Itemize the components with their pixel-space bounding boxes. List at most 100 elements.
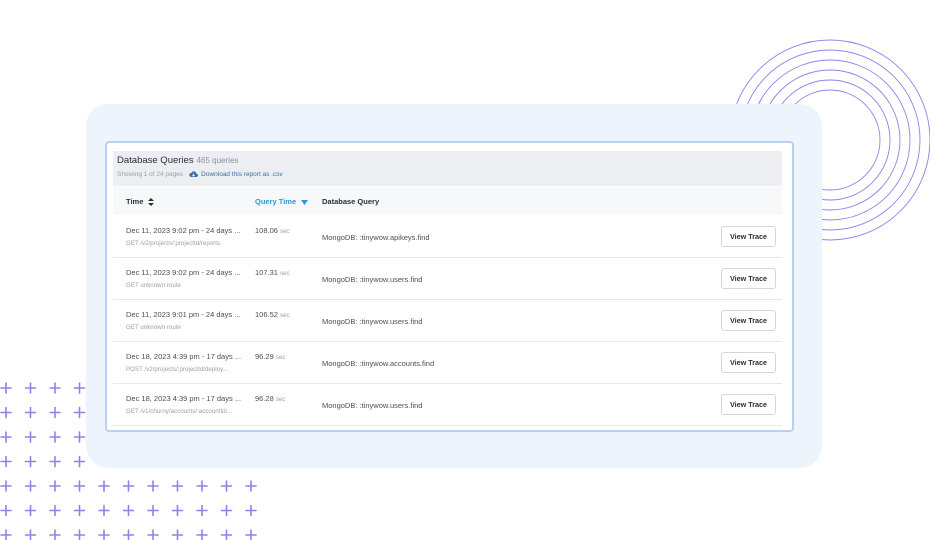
plus-mark bbox=[73, 480, 86, 492]
plus-mark bbox=[0, 504, 12, 517]
plus-mark bbox=[0, 480, 12, 492]
row-route: POST /v2/projects/:projectId/deploy... bbox=[126, 366, 228, 373]
query-count: 465 queries bbox=[196, 156, 239, 165]
query-time-value: 96.29 bbox=[255, 352, 274, 361]
plus-mark bbox=[0, 406, 12, 419]
plus-mark bbox=[49, 455, 61, 468]
table-row: Dec 11, 2023 9:02 pm - 24 days ... GET /… bbox=[113, 216, 782, 258]
download-csv-label: Download this report as .csv bbox=[201, 171, 283, 178]
view-trace-button[interactable]: View Trace bbox=[721, 226, 776, 247]
plus-mark bbox=[98, 480, 110, 492]
row-route: GET /v2/projects/:projectId/reports bbox=[126, 240, 221, 247]
row-query-time: 96.28 sec bbox=[255, 394, 285, 403]
plus-mark bbox=[24, 431, 37, 443]
table-row: Dec 18, 2023 4:39 pm - 17 days ... GET /… bbox=[113, 384, 782, 426]
view-trace-button[interactable]: View Trace bbox=[721, 310, 776, 331]
row-query-time: 107.31 sec bbox=[255, 268, 290, 277]
row-time: Dec 11, 2023 9:02 pm - 24 days ... bbox=[126, 268, 241, 277]
plus-mark bbox=[147, 480, 159, 492]
query-time-value: 107.31 bbox=[255, 268, 278, 277]
view-trace-button[interactable]: View Trace bbox=[721, 268, 776, 289]
table-body: Dec 11, 2023 9:02 pm - 24 days ... GET /… bbox=[113, 216, 782, 426]
plus-mark bbox=[0, 529, 12, 540]
plus-mark bbox=[196, 480, 208, 492]
plus-mark bbox=[24, 406, 37, 419]
row-query-time: 106.52 sec bbox=[255, 310, 290, 319]
row-query-time: 108.06 sec bbox=[255, 226, 290, 235]
plus-mark bbox=[49, 480, 61, 492]
query-time-unit: sec bbox=[279, 270, 290, 277]
column-header-time[interactable]: Time bbox=[126, 197, 155, 207]
card-header: Database Queries 465 queries Showing 1 of… bbox=[113, 151, 782, 186]
table-row: Dec 11, 2023 9:01 pm - 24 days ... GET u… bbox=[113, 300, 782, 342]
plus-mark bbox=[122, 504, 135, 517]
plus-mark bbox=[73, 529, 86, 540]
table-row: Dec 11, 2023 9:02 pm - 24 days ... GET u… bbox=[113, 258, 782, 300]
plus-mark bbox=[49, 529, 61, 540]
row-route: GET unknown route bbox=[126, 324, 181, 331]
plus-mark bbox=[122, 529, 135, 540]
plus-mark bbox=[220, 480, 233, 492]
plus-mark bbox=[196, 504, 208, 517]
plus-mark bbox=[0, 431, 12, 443]
plus-mark bbox=[49, 406, 61, 419]
panel-subtitle: Showing 1 of 24 pages Download this repo… bbox=[117, 171, 283, 178]
plus-mark bbox=[196, 529, 208, 540]
plus-mark bbox=[171, 529, 184, 540]
query-time-unit: sec bbox=[275, 396, 286, 403]
row-time: Dec 18, 2023 4:39 pm - 17 days ... bbox=[126, 394, 242, 403]
plus-mark bbox=[171, 504, 184, 517]
row-time: Dec 18, 2023 4:39 pm - 17 days ... bbox=[126, 352, 242, 361]
plus-mark bbox=[49, 504, 61, 517]
plus-mark bbox=[220, 529, 233, 540]
query-time-value: 96.28 bbox=[255, 394, 274, 403]
plus-mark bbox=[98, 529, 110, 540]
sort-both-icon bbox=[148, 198, 155, 207]
plus-mark bbox=[49, 382, 61, 394]
panel-title-line: Database Queries 465 queries bbox=[117, 155, 238, 166]
table-row: Dec 18, 2023 4:39 pm - 17 days ... POST … bbox=[113, 342, 782, 384]
plus-mark bbox=[24, 529, 37, 540]
plus-mark bbox=[245, 529, 257, 540]
plus-mark bbox=[73, 504, 86, 517]
row-database-query: MongoDB: :tinywow.users.find bbox=[322, 317, 423, 326]
query-time-unit: sec bbox=[279, 312, 290, 319]
plus-mark bbox=[73, 382, 86, 394]
plus-mark bbox=[0, 455, 12, 468]
row-time: Dec 11, 2023 9:01 pm - 24 days ... bbox=[126, 310, 241, 319]
query-time-value: 106.52 bbox=[255, 310, 278, 319]
query-time-value: 108.06 bbox=[255, 226, 278, 235]
row-database-query: MongoDB: :tinywow.accounts.find bbox=[322, 359, 435, 368]
row-route: GET /v1/churny/accounts/:accountId/... bbox=[126, 408, 233, 415]
database-queries-card: Database Queries 465 queries Showing 1 of… bbox=[105, 141, 794, 432]
row-time: Dec 11, 2023 9:02 pm - 24 days ... bbox=[126, 226, 241, 235]
query-time-unit: sec bbox=[275, 354, 286, 361]
plus-mark bbox=[24, 455, 37, 468]
column-header-database-query: Database Query bbox=[322, 197, 380, 206]
row-query-time: 96.29 sec bbox=[255, 352, 285, 361]
view-trace-button[interactable]: View Trace bbox=[721, 352, 776, 373]
plus-mark bbox=[122, 480, 135, 492]
plus-mark bbox=[220, 504, 233, 517]
query-time-unit: sec bbox=[279, 228, 290, 235]
panel-title: Database Queries bbox=[117, 155, 194, 166]
column-time-label: Time bbox=[126, 197, 144, 206]
plus-mark bbox=[147, 504, 159, 517]
plus-mark bbox=[0, 382, 12, 394]
row-database-query: MongoDB: :tinywow.apikeys.find bbox=[322, 233, 430, 242]
sort-descending-icon bbox=[301, 199, 309, 205]
column-query-time-label: Query Time bbox=[255, 197, 297, 206]
plus-mark bbox=[147, 529, 159, 540]
plus-mark bbox=[24, 480, 37, 492]
cloud-download-icon bbox=[189, 171, 199, 177]
plus-mark bbox=[245, 504, 257, 517]
plus-mark bbox=[73, 431, 86, 443]
row-route: GET unknown route bbox=[126, 282, 181, 289]
pagination-text: Showing 1 of 24 pages bbox=[117, 171, 184, 178]
column-header-query-time[interactable]: Query Time bbox=[255, 197, 309, 206]
plus-mark bbox=[98, 504, 110, 517]
plus-mark bbox=[171, 480, 184, 492]
row-database-query: MongoDB: :tinywow.users.find bbox=[322, 401, 423, 410]
view-trace-button[interactable]: View Trace bbox=[721, 394, 776, 415]
download-csv-link[interactable]: Download this report as .csv bbox=[189, 171, 283, 178]
